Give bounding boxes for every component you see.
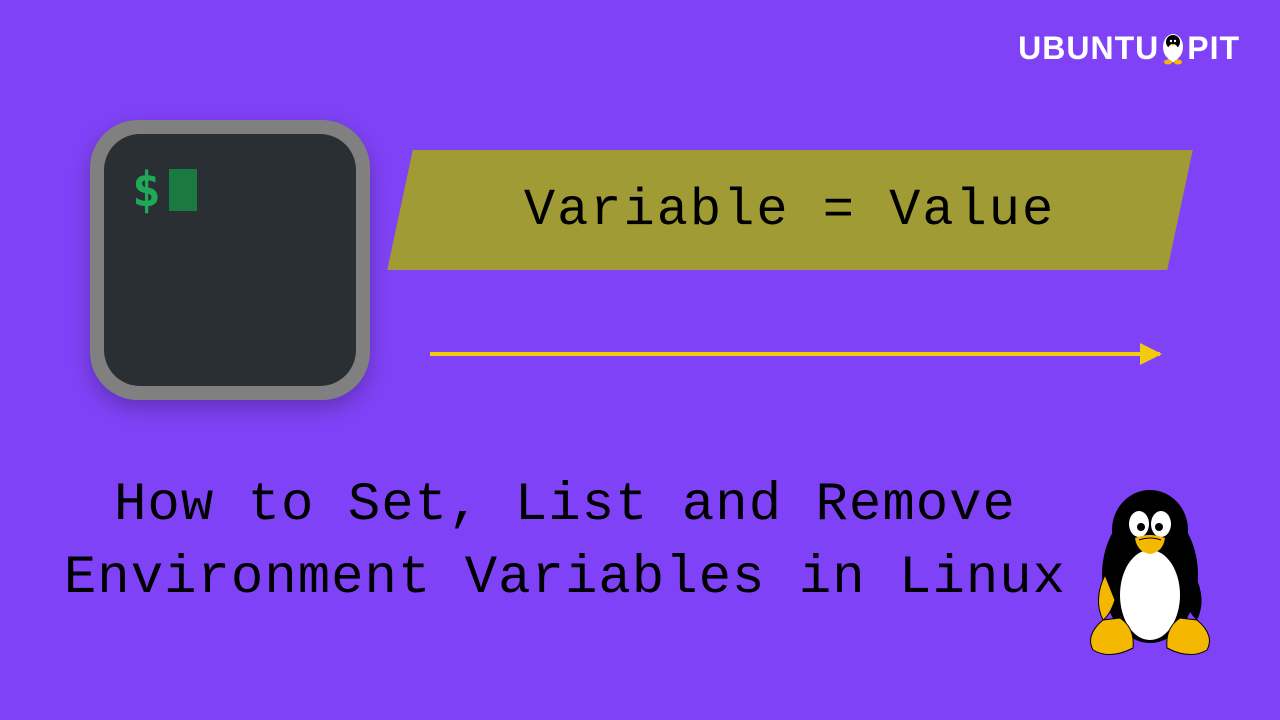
- cursor-icon: [169, 169, 197, 211]
- site-logo: UBUNTU PIT: [1018, 30, 1240, 67]
- dollar-sign-icon: $: [132, 162, 161, 218]
- terminal-icon: $: [90, 120, 370, 400]
- title-line-2: Environment Variables in Linux: [64, 548, 1066, 609]
- terminal-screen: $: [104, 134, 356, 386]
- tux-mascot-icon: [1075, 480, 1225, 660]
- arrow-icon: [430, 352, 1160, 356]
- banner-text: Variable = Value: [524, 181, 1055, 240]
- penguin-icon: [1160, 33, 1186, 65]
- logo-text-right: PIT: [1187, 30, 1240, 67]
- terminal-prompt: $: [132, 162, 328, 218]
- article-title: How to Set, List and Remove Environment …: [50, 470, 1080, 616]
- logo-text-left: UBUNTU: [1018, 30, 1159, 67]
- title-line-1: How to Set, List and Remove: [114, 475, 1016, 536]
- variable-banner: Variable = Value: [387, 150, 1193, 270]
